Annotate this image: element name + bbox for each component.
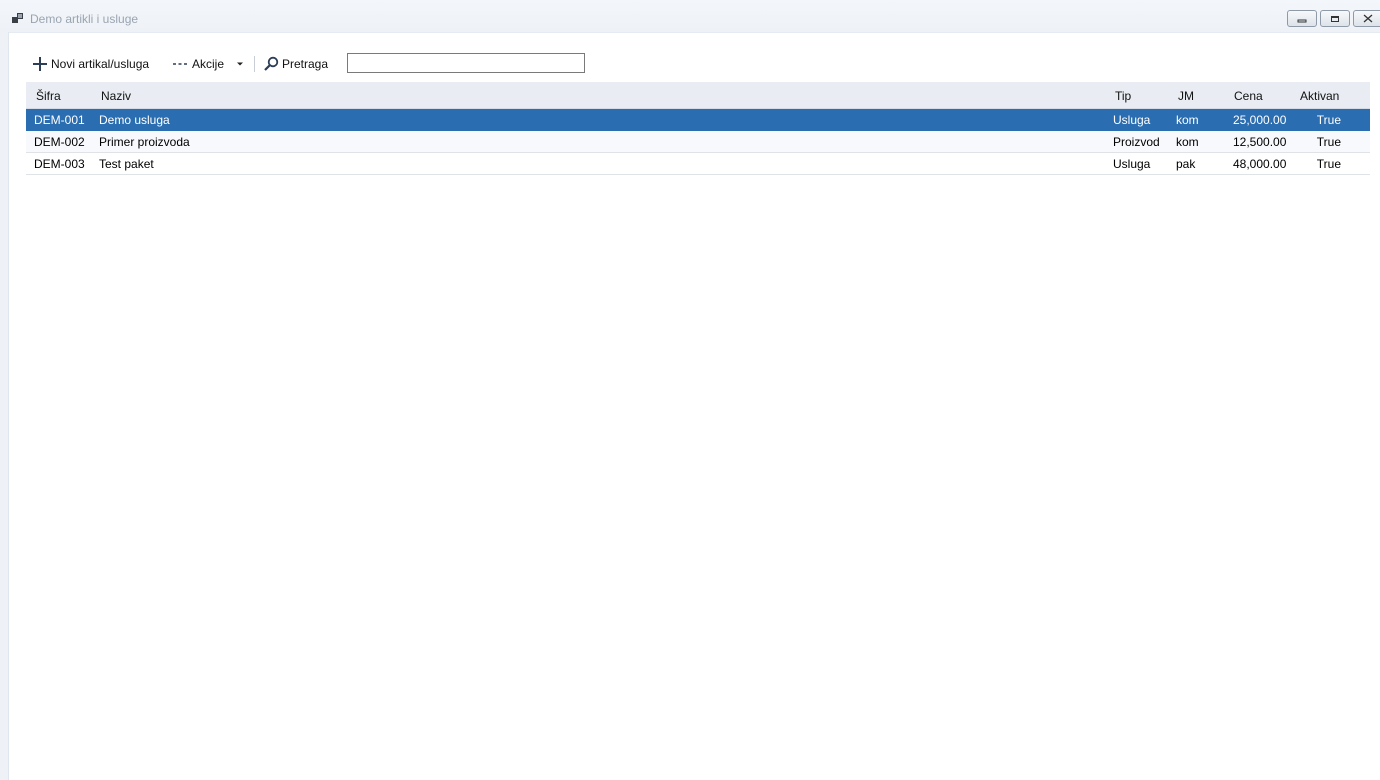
- main-window: Demo artikli i usluge Novi artikal/uslug…: [0, 0, 1380, 780]
- search-button[interactable]: Pretraga: [263, 52, 328, 76]
- cell-aktivan: True: [1316, 113, 1341, 127]
- column-header-jm[interactable]: JM: [1178, 89, 1194, 103]
- cell-jm: kom: [1176, 113, 1199, 127]
- actions-label: Akcije: [192, 57, 225, 71]
- column-header-cena[interactable]: Cena: [1234, 89, 1263, 103]
- close-icon: [1363, 14, 1373, 23]
- column-header-naziv[interactable]: Naziv: [101, 89, 131, 103]
- cell-naziv: Demo usluga: [99, 113, 170, 127]
- close-button[interactable]: [1353, 10, 1380, 27]
- grid-header: Šifra Naziv Tip JM Cena Aktivan: [26, 82, 1370, 109]
- restore-icon: [1331, 15, 1339, 22]
- cell-sifra: DEM-002: [34, 135, 85, 149]
- cell-naziv: Test paket: [99, 157, 154, 171]
- cell-jm: pak: [1176, 157, 1196, 171]
- cell-tip: Usluga: [1113, 113, 1151, 127]
- column-header-tip[interactable]: Tip: [1115, 89, 1131, 103]
- toolbar-separator: [254, 56, 255, 72]
- search-input[interactable]: [347, 53, 585, 73]
- cell-naziv: Primer proizvoda: [99, 135, 190, 149]
- cell-cena: 12,500.00: [1233, 135, 1287, 149]
- search-label: Pretraga: [282, 57, 329, 71]
- items-grid: Šifra Naziv Tip JM Cena Aktivan DEM-001 …: [26, 82, 1370, 175]
- new-item-button[interactable]: Novi artikal/usluga: [32, 52, 149, 76]
- actions-dropdown-button[interactable]: Akcije: [173, 52, 244, 76]
- cell-tip: Usluga: [1113, 157, 1151, 171]
- cell-aktivan: True: [1316, 157, 1341, 171]
- table-row[interactable]: DEM-002 Primer proizvoda Proizvod kom 12…: [26, 131, 1370, 153]
- title-bar[interactable]: Demo artikli i usluge: [0, 0, 1380, 33]
- table-row[interactable]: DEM-003 Test paket Usluga pak 48,000.00 …: [26, 153, 1370, 175]
- cell-aktivan: True: [1316, 135, 1341, 149]
- plus-icon: [33, 57, 47, 71]
- minimize-icon: [1297, 19, 1307, 22]
- window-left-border: [0, 32, 9, 780]
- cell-cena: 25,000.00: [1233, 113, 1287, 127]
- new-item-label: Novi artikal/usluga: [51, 57, 150, 71]
- search-icon: [264, 56, 279, 71]
- window-title: Demo artikli i usluge: [30, 12, 139, 26]
- cell-tip: Proizvod: [1113, 135, 1160, 149]
- cell-jm: kom: [1176, 135, 1199, 149]
- table-row[interactable]: DEM-001 Demo usluga Usluga kom 25,000.00…: [26, 109, 1370, 131]
- app-icon: [12, 13, 23, 23]
- restore-button[interactable]: [1320, 10, 1350, 27]
- column-header-sifra[interactable]: Šifra: [36, 89, 61, 103]
- dashes-icon: [173, 63, 187, 65]
- cell-sifra: DEM-001: [34, 113, 85, 127]
- chevron-down-icon: [237, 62, 244, 66]
- minimize-button[interactable]: [1287, 10, 1317, 27]
- cell-sifra: DEM-003: [34, 157, 85, 171]
- column-header-aktivan[interactable]: Aktivan: [1300, 89, 1339, 103]
- cell-cena: 48,000.00: [1233, 157, 1287, 171]
